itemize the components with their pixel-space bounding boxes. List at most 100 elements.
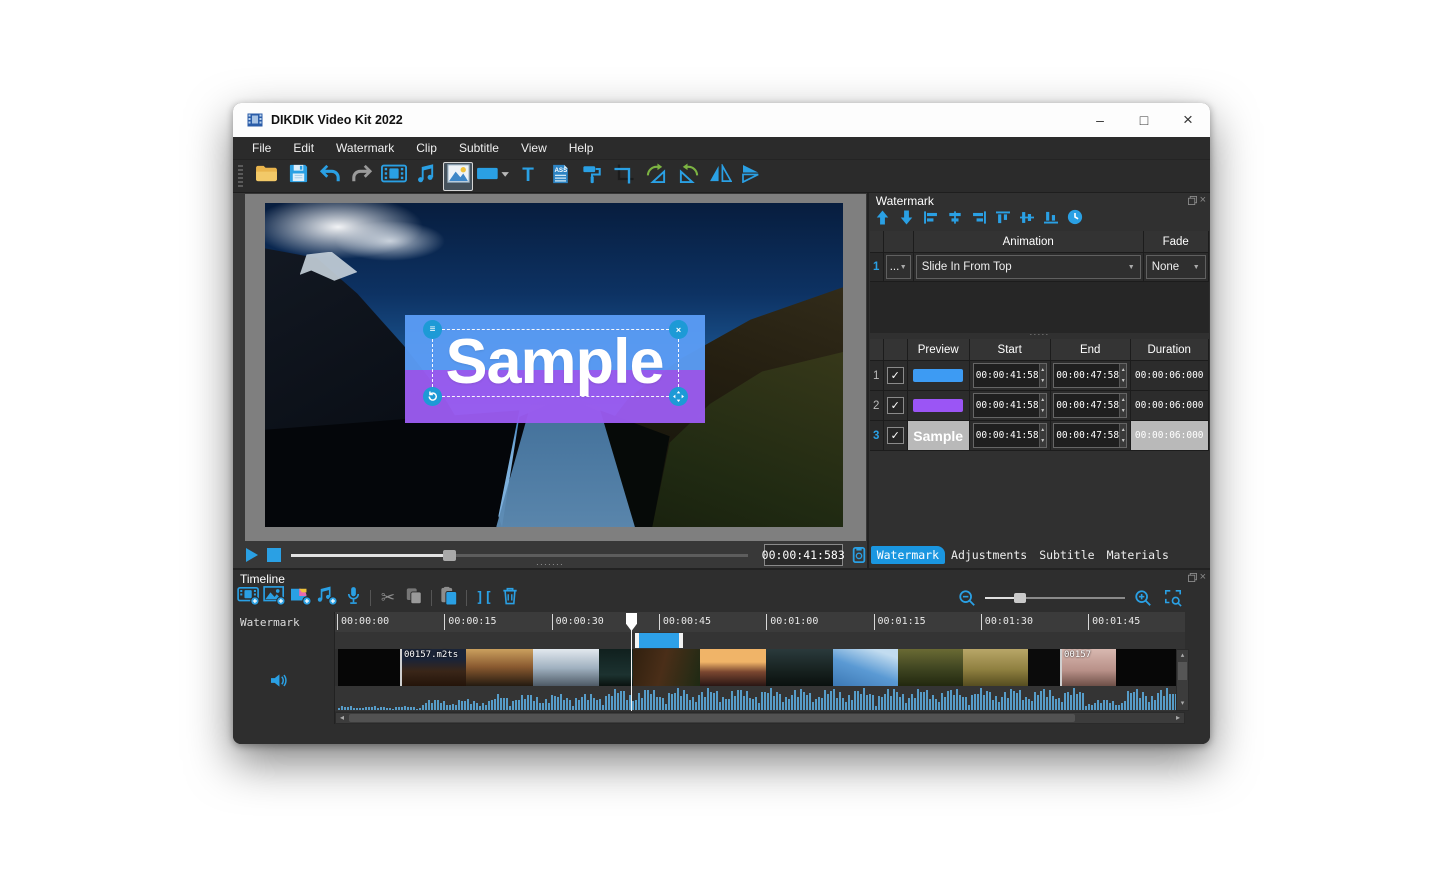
speaker-icon[interactable] [269,673,288,693]
maximize-button[interactable]: □ [1122,103,1166,137]
scroll-up-icon[interactable]: ▴ [1177,651,1188,661]
spin-down-icon[interactable]: ▼ [1040,406,1046,418]
add-music-button[interactable] [411,162,441,191]
add-text-button[interactable]: T [513,162,543,191]
thumbnail-black[interactable] [338,649,400,686]
thumbnail-climber[interactable] [833,649,898,686]
open-folder-button[interactable] [251,162,281,191]
align-bottom-button[interactable] [1041,209,1061,229]
align-left-button[interactable] [921,209,941,229]
seek-slider-handle[interactable] [442,549,456,561]
rotate-right-button[interactable] [673,162,703,191]
add-image-clip-button[interactable] [263,585,287,609]
undo-button[interactable] [315,162,345,191]
menu-view[interactable]: View [510,137,558,159]
thumbnail-dark-gap[interactable] [1028,649,1060,686]
spin-up-icon[interactable]: ▲ [1040,364,1046,376]
watermark-clip[interactable] [635,633,683,648]
close-panel-icon[interactable]: × [1200,572,1206,584]
video-track[interactable]: 00157.m2ts 00157 [335,649,1185,686]
paste-button[interactable] [437,586,461,609]
preview-cell[interactable] [907,361,970,391]
menu-help[interactable]: Help [558,137,605,159]
add-image-button[interactable] [443,161,473,191]
rotate-left-button[interactable] [641,162,671,191]
add-video-button[interactable] [379,162,409,191]
spin-up-icon[interactable]: ▲ [1120,364,1126,376]
menu-edit[interactable]: Edit [282,137,325,159]
save-button[interactable] [283,162,313,191]
scroll-right-icon[interactable]: ▸ [1173,713,1183,723]
add-color-clip-button[interactable] [289,587,313,609]
color-rect-button[interactable] [475,162,511,191]
thumbnail-sunset-peaks[interactable] [700,649,766,686]
zoom-slider-handle[interactable] [1014,593,1026,603]
zoom-fit-icon[interactable] [1161,587,1185,609]
add-video-clip-button[interactable] [237,586,261,609]
timing-button[interactable] [1065,209,1085,229]
paint-roller-button[interactable] [577,162,607,191]
tab-adjustments[interactable]: Adjustments [945,546,1033,564]
thumbnail-credits[interactable] [1116,649,1178,686]
minimize-button[interactable]: – [1078,103,1122,137]
timeline-zoom-slider[interactable] [985,593,1125,603]
menu-watermark[interactable]: Watermark [325,137,405,159]
delete-handle-icon[interactable]: × [669,320,688,339]
spin-up-icon[interactable]: ▲ [1040,394,1046,406]
thumbnail-marmot[interactable] [963,649,1028,686]
menu-file[interactable]: File [241,137,282,159]
audio-track[interactable] [335,686,1185,711]
crop-button[interactable] [609,162,639,191]
flip-vertical-button[interactable] [737,162,767,191]
spin-down-icon[interactable]: ▼ [1040,436,1046,448]
end-spinbox[interactable]: 00:00:47:58 ▲ ▼ [1053,393,1128,418]
spin-down-icon[interactable]: ▼ [1040,376,1046,388]
zoom-out-icon[interactable] [955,587,979,609]
cut-button[interactable]: ✂ [376,587,400,609]
timeline-ruler[interactable]: 00:00:00 00:00:15 00:00:30 00:00:45 00:01:00… [335,612,1185,633]
thumbnail-starry-arch[interactable] [599,649,633,686]
audio-waveform[interactable] [338,686,1178,710]
float-panel-icon[interactable] [1187,195,1197,207]
preview-cell[interactable] [907,391,970,421]
spin-down-icon[interactable]: ▼ [1120,376,1126,388]
thumbnail-redwood[interactable] [633,649,700,686]
move-down-button[interactable] [897,209,917,229]
close-button[interactable]: × [1166,103,1210,137]
stop-button[interactable] [267,547,281,562]
align-right-button[interactable] [969,209,989,229]
redo-button[interactable] [347,162,377,191]
hscroll-thumb[interactable] [349,714,1075,722]
seek-slider[interactable] [290,549,748,561]
menu-subtitle[interactable]: Subtitle [448,137,510,159]
thumbnail-forest-floor[interactable] [898,649,963,686]
thumbnail-snow-mountain[interactable] [533,649,599,686]
panel-splitter[interactable]: ····· [869,330,1210,339]
flip-horizontal-button[interactable] [705,162,735,191]
enabled-checkbox[interactable]: ✓ [886,427,904,444]
more-combo[interactable]: ... ▼ [885,255,911,279]
vscroll-thumb[interactable] [1178,662,1187,680]
thumbnail-canyon[interactable]: 00157.m2ts [400,649,466,686]
move-up-button[interactable] [873,209,893,229]
split-button[interactable]: ][ [472,587,496,609]
ass-subtitle-button[interactable]: ASS [545,162,575,191]
thumbnail-waterfall[interactable]: 00157 [1060,649,1116,686]
timeline-vscrollbar[interactable]: ▴ ▾ [1176,649,1189,711]
copy-button[interactable] [402,587,426,609]
record-audio-button[interactable] [341,586,365,609]
menu-clip[interactable]: Clip [405,137,448,159]
end-spinbox[interactable]: 00:00:47:58 ▲ ▼ [1053,423,1128,448]
fade-combo[interactable]: None ▼ [1145,255,1206,279]
tab-watermark[interactable]: Watermark [870,546,946,564]
thumbnail-golden-clouds[interactable] [466,649,533,686]
enabled-checkbox[interactable]: ✓ [886,367,904,384]
close-panel-icon[interactable]: × [1200,194,1206,207]
spin-down-icon[interactable]: ▼ [1120,406,1126,418]
resize-handle-icon[interactable] [669,387,688,406]
add-audio-clip-button[interactable] [315,585,339,609]
align-middle-button[interactable] [1017,209,1037,229]
delete-button[interactable] [498,587,522,609]
spin-up-icon[interactable]: ▲ [1120,424,1126,436]
thumbnail-misty-lake[interactable] [766,649,833,686]
